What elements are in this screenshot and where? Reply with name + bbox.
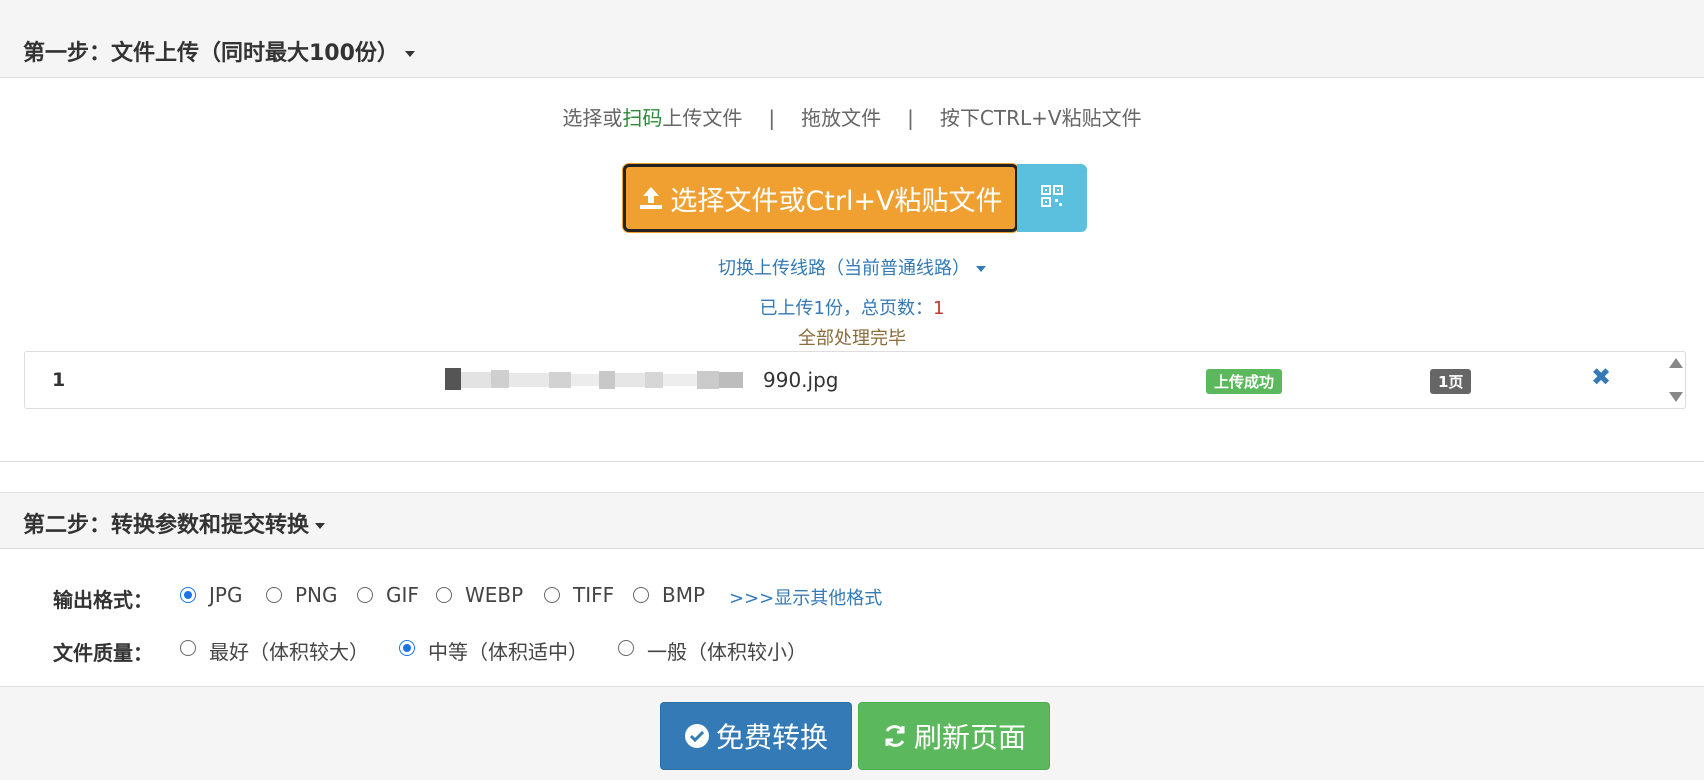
page-count-badge: 1页: [1430, 369, 1472, 394]
step2-header[interactable]: 第二步：转换参数和提交转换: [0, 492, 1704, 549]
free-convert-button[interactable]: 免费转换: [660, 702, 852, 770]
quality-label-medium[interactable]: 中等（体积适中）: [428, 636, 588, 665]
format-radio-tiff[interactable]: [544, 587, 560, 603]
choose-file-button[interactable]: 选择文件或Ctrl+V粘贴文件: [623, 164, 1018, 232]
qrcode-upload-button[interactable]: [1017, 164, 1087, 232]
caret-down-icon: [404, 51, 415, 57]
processing-status: 全部处理完毕: [798, 328, 906, 349]
step1-header[interactable]: 第一步：文件上传（同时最大100份）: [0, 0, 1704, 78]
mode-choose-suffix: 上传文件: [662, 106, 743, 130]
mode-scan: 扫码: [622, 106, 663, 130]
quality-radio-medium[interactable]: [399, 640, 415, 656]
refresh-page-button[interactable]: 刷新页面: [858, 702, 1050, 770]
mode-drop: 拖放文件: [801, 106, 882, 130]
step2-title-text: 第二步：转换参数和提交转换: [23, 513, 310, 538]
scroll-down-icon[interactable]: [1669, 392, 1683, 402]
format-label-jpg[interactable]: JPG: [209, 583, 242, 607]
output-format-label: 输出格式：: [53, 588, 153, 612]
file-row: 1 990.jpg 上传成功 1页 ✖: [24, 351, 1686, 409]
quality-radio-best[interactable]: [180, 640, 196, 656]
show-more-formats-link[interactable]: >>>显示其他格式: [729, 584, 882, 610]
file-index: 1: [52, 369, 66, 391]
format-label-tiff[interactable]: TIFF: [573, 583, 614, 607]
upload-modes: 选择或扫码上传文件 | 拖放文件 | 按下CTRL+V粘贴文件: [0, 102, 1704, 131]
remove-icon[interactable]: ✖: [1591, 363, 1611, 391]
blurred-filename: [445, 368, 743, 390]
format-label-png[interactable]: PNG: [295, 583, 338, 607]
file-name: 990.jpg: [763, 368, 839, 392]
quality-radio-normal[interactable]: [618, 640, 634, 656]
upload-status: 已上传1份，总页数：1: [0, 294, 1704, 320]
quality-label-best[interactable]: 最好（体积较大）: [209, 636, 369, 665]
mode-choose-prefix: 选择或: [562, 106, 623, 130]
step1-title-text: 第一步：文件上传（同时最大100份）: [23, 41, 399, 66]
upload-icon: [638, 185, 664, 211]
upload-status-prefix: 已上传: [759, 298, 814, 319]
mode-separator: |: [907, 106, 914, 130]
qrcode-icon: [1040, 184, 1064, 212]
quality-label-normal[interactable]: 一般（体积较小）: [647, 636, 807, 665]
quality-label: 文件质量：: [53, 641, 153, 665]
upload-status-mid: 份，总页数：: [825, 298, 933, 319]
format-radio-png[interactable]: [266, 587, 282, 603]
choose-file-label: 选择文件或Ctrl+V粘贴文件: [670, 185, 1003, 217]
scroll-up-icon[interactable]: [1669, 358, 1683, 368]
mode-paste: 按下CTRL+V粘贴文件: [939, 106, 1142, 130]
refresh-icon: [882, 723, 908, 749]
upload-count: 1: [813, 298, 825, 319]
total-pages: 1: [933, 298, 945, 319]
caret-down-icon: [315, 523, 326, 529]
action-bar: [0, 686, 1704, 780]
check-circle-icon: [684, 723, 710, 749]
upload-success-badge: 上传成功: [1206, 369, 1283, 394]
step2-title[interactable]: 第二步：转换参数和提交转换: [23, 507, 326, 539]
format-radio-bmp[interactable]: [633, 587, 649, 603]
format-label-webp[interactable]: WEBP: [465, 583, 523, 607]
switch-upload-line[interactable]: 切换上传线路（当前普通线路）: [0, 254, 1704, 280]
format-radio-webp[interactable]: [436, 587, 452, 603]
refresh-page-label: 刷新页面: [913, 721, 1026, 754]
free-convert-label: 免费转换: [715, 721, 828, 754]
format-label-bmp[interactable]: BMP: [662, 583, 705, 607]
format-label-gif[interactable]: GIF: [386, 583, 419, 607]
mode-separator: |: [768, 106, 776, 130]
switch-upload-line-text: 切换上传线路（当前普通线路）: [718, 258, 970, 279]
caret-down-icon: [976, 266, 986, 272]
step1-title[interactable]: 第一步：文件上传（同时最大100份）: [23, 35, 415, 67]
format-radio-gif[interactable]: [357, 587, 373, 603]
format-radio-jpg[interactable]: [180, 587, 196, 603]
